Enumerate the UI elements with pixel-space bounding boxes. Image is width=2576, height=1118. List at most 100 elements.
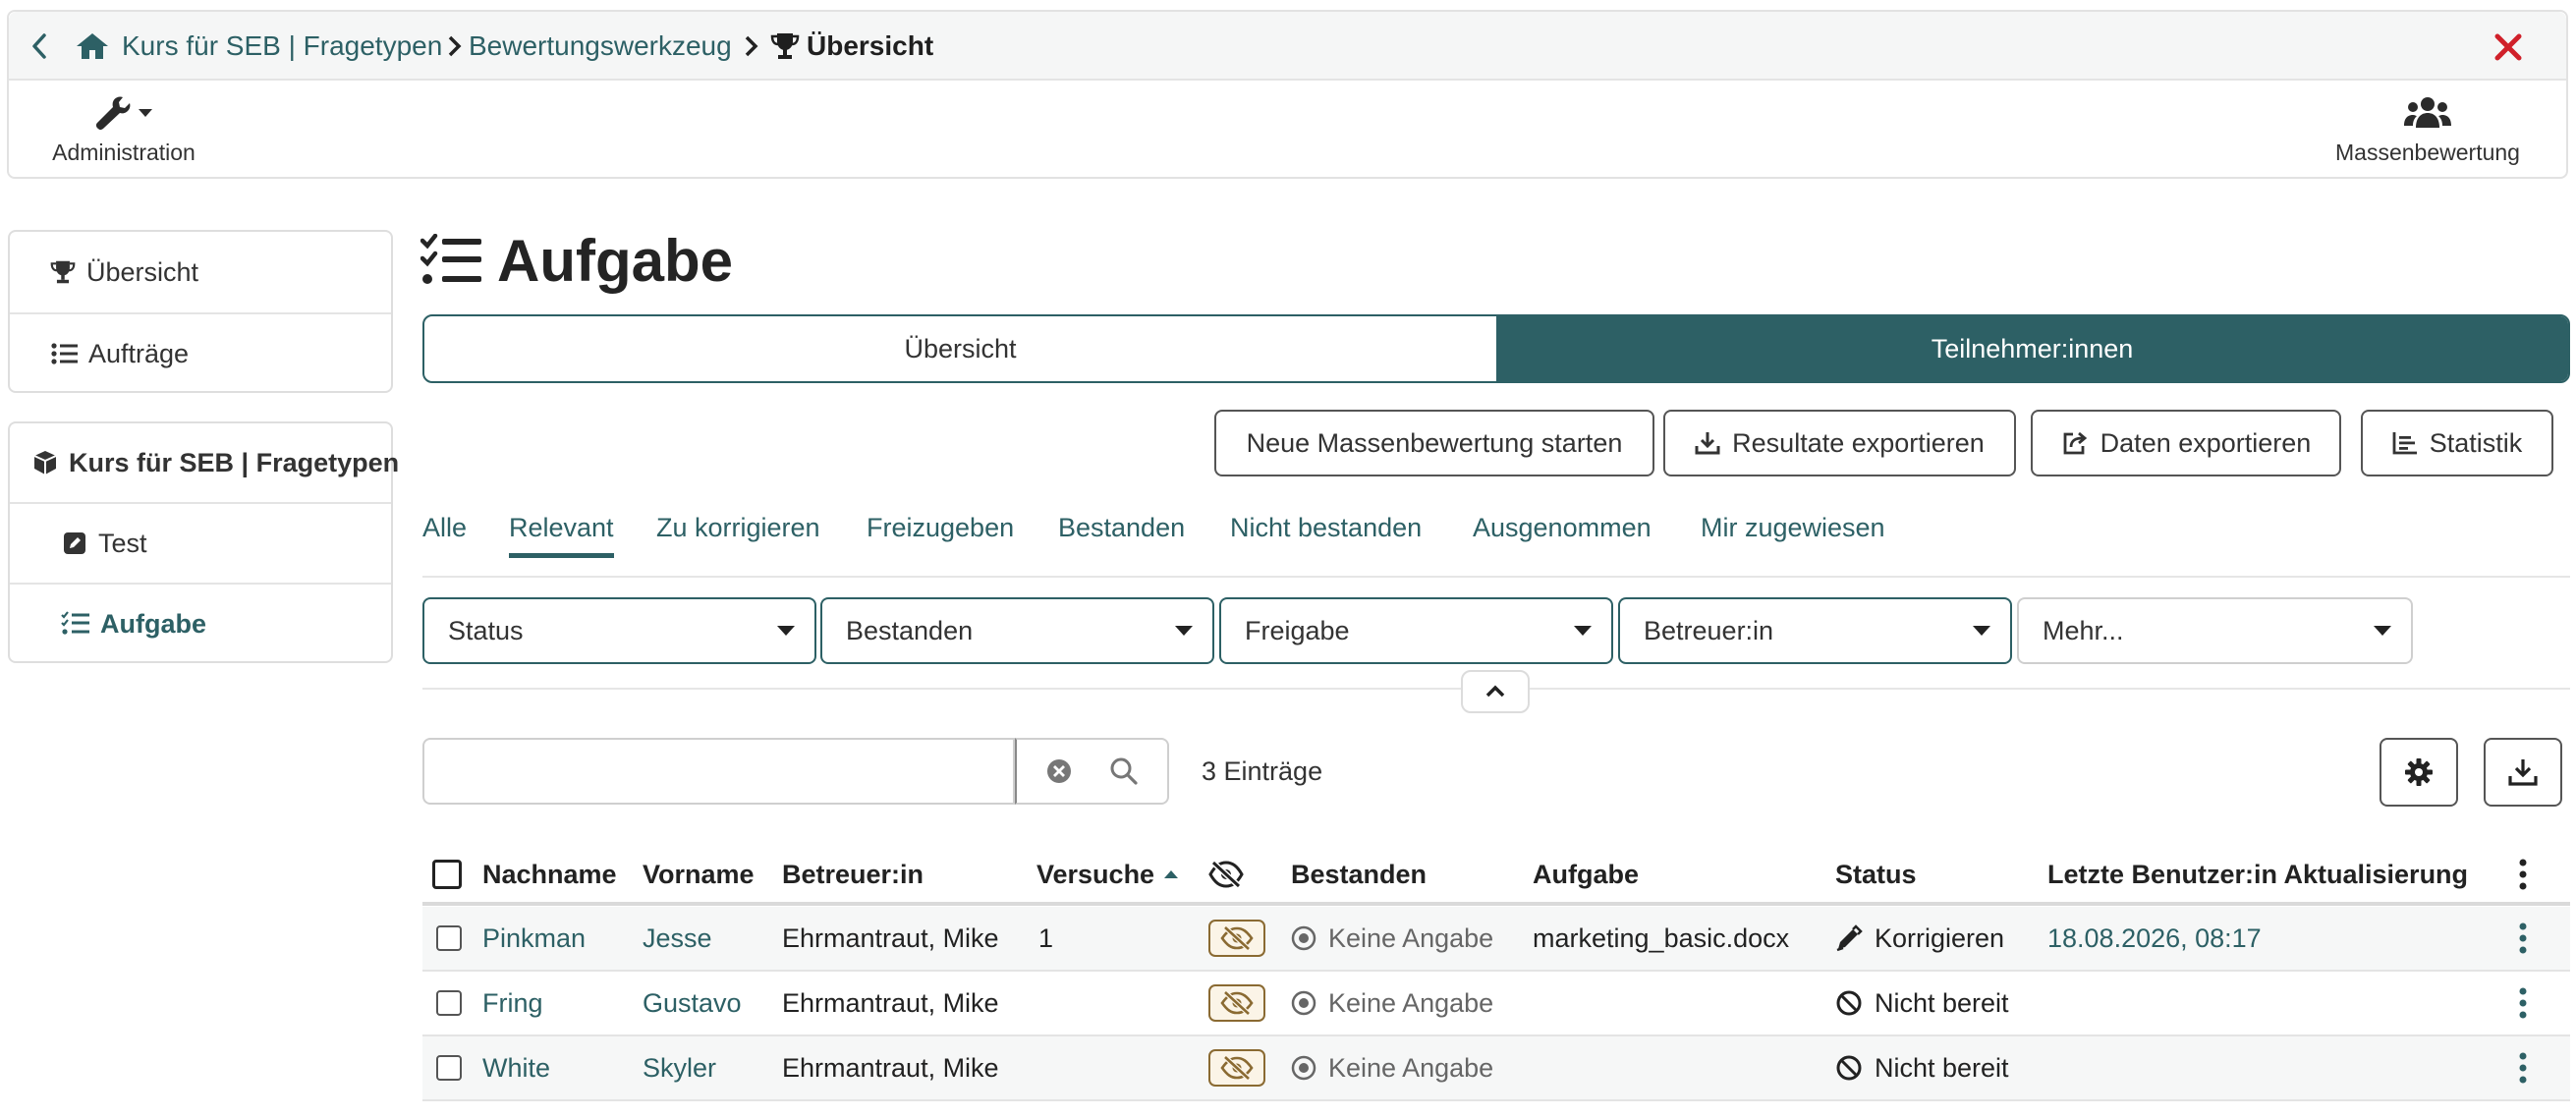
search-input[interactable]: [422, 738, 1015, 805]
clear-search-icon[interactable]: [1045, 757, 1073, 785]
column-header-firstname[interactable]: Vorname: [643, 850, 755, 899]
tab-to-release[interactable]: Freizugeben: [867, 513, 1014, 558]
firstname-link[interactable]: Gustavo: [643, 972, 742, 1034]
column-header-status[interactable]: Status: [1835, 850, 1917, 899]
page-title-text: Aufgabe: [497, 227, 733, 294]
visibility-badge[interactable]: [1208, 907, 1265, 970]
sidebar-course-title[interactable]: Kurs für SEB | Fragetypen: [10, 423, 399, 502]
ban-icon: [1836, 1055, 1862, 1081]
breadcrumb: Kurs für SEB | Fragetypen Bewertungswerk…: [9, 12, 2566, 81]
administration-label: Administration: [52, 140, 196, 165]
release-filter-dropdown[interactable]: Freigabe: [1219, 597, 1613, 664]
coach-filter-dropdown[interactable]: Betreuer:in: [1618, 597, 2012, 664]
tab-to-correct[interactable]: Zu korrigieren: [656, 513, 820, 558]
visibility-badge[interactable]: [1208, 972, 1265, 1034]
last-update-link[interactable]: 18.08.2026, 08:17: [2047, 907, 2262, 970]
sort-ascending-icon: [1164, 870, 1179, 878]
passed-filter-dropdown[interactable]: Bestanden: [820, 597, 1214, 664]
passed-value: Keine Angabe: [1328, 987, 1494, 1018]
lastname-link[interactable]: White: [482, 1036, 550, 1099]
statistics-label: Statistik: [2429, 427, 2523, 458]
assignment-file-cell: marketing_basic.docx: [1533, 922, 1790, 953]
row-checkbox[interactable]: [436, 972, 462, 1034]
row-checkbox[interactable]: [436, 1036, 462, 1099]
tab-failed[interactable]: Nicht bestanden: [1230, 513, 1422, 558]
sidebar-item-test[interactable]: Test: [10, 504, 391, 583]
column-header-attempts[interactable]: Versuche: [1036, 850, 1180, 899]
sidebar-item-label: Test: [98, 528, 147, 558]
sidebar-item-label: Übersicht: [86, 256, 199, 287]
column-header-lastname[interactable]: Nachname: [482, 850, 617, 899]
search-actions: [1015, 738, 1169, 805]
users-icon: [2403, 92, 2452, 134]
firstname-link[interactable]: Skyler: [643, 1036, 716, 1099]
lastname-link[interactable]: Pinkman: [482, 907, 586, 970]
status-value: Nicht bereit: [1875, 1052, 2009, 1083]
search-icon[interactable]: [1109, 756, 1139, 786]
table-header-divider: [422, 902, 2570, 906]
column-header-last-update[interactable]: Letzte Benutzer:in Aktualisierung: [2047, 850, 2468, 899]
status-cell: Korrigieren: [1835, 907, 2004, 970]
column-header-coach[interactable]: Betreuer:in: [782, 850, 924, 899]
sidebar-item-assignment[interactable]: Aufgabe: [10, 585, 391, 663]
tab-excluded[interactable]: Ausgenommen: [1473, 513, 1652, 558]
close-icon[interactable]: [2493, 32, 2523, 62]
gear-icon: [2405, 758, 2433, 786]
back-chevron-icon[interactable]: [28, 32, 52, 60]
home-icon[interactable]: [75, 31, 110, 61]
sidebar-item-label: Aufträge: [88, 338, 190, 368]
sidebar-item-tasks[interactable]: Aufträge: [10, 314, 391, 393]
caret-down-icon: [1973, 626, 1990, 636]
tab-relevant[interactable]: Relevant: [509, 513, 614, 558]
filter-label: Mehr...: [2043, 615, 2124, 645]
radio-dot-icon: [1291, 1055, 1316, 1081]
bar-chart-icon: [2392, 431, 2418, 455]
status-filter-dropdown[interactable]: Status: [422, 597, 816, 664]
export-data-label: Daten exportieren: [2100, 427, 2312, 458]
row-checkbox[interactable]: [436, 907, 462, 970]
segment-overview[interactable]: Übersicht: [424, 316, 1496, 381]
caret-down-icon: [2374, 626, 2391, 636]
table-download-button[interactable]: [2484, 738, 2562, 807]
radio-dot-icon: [1291, 990, 1316, 1016]
firstname-link[interactable]: Jesse: [643, 907, 712, 970]
segment-participants[interactable]: Teilnehmer:innen: [1496, 316, 2568, 381]
eye-slash-icon: [1208, 984, 1265, 1022]
select-all-checkbox[interactable]: [432, 850, 462, 899]
entry-count: 3 Einträge: [1202, 755, 1323, 786]
checklist-icon: [61, 611, 90, 637]
breadcrumb-assessment-tool[interactable]: Bewertungswerkzeug: [469, 12, 732, 81]
passed-value: Keine Angabe: [1328, 1052, 1494, 1083]
column-header-visibility[interactable]: [1208, 850, 1244, 899]
table-settings-button[interactable]: [2380, 738, 2458, 807]
sidebar-course: Kurs für SEB | Fragetypen Test Aufgabe: [8, 421, 399, 663]
sidebar-item-label: Aufgabe: [100, 608, 206, 639]
lastname-link[interactable]: Fring: [482, 972, 543, 1034]
column-header-passed[interactable]: Bestanden: [1291, 850, 1427, 899]
tab-passed[interactable]: Bestanden: [1058, 513, 1185, 558]
breadcrumb-course[interactable]: Kurs für SEB | Fragetypen: [122, 12, 442, 81]
start-mass-assessment-button[interactable]: Neue Massenbewertung starten: [1214, 410, 1654, 476]
eye-slash-icon: [1208, 920, 1265, 957]
row-options-icon[interactable]: [2518, 972, 2528, 1034]
administration-menu-button[interactable]: Administration: [32, 92, 215, 166]
column-header-assignment[interactable]: Aufgabe: [1533, 850, 1639, 899]
mass-assessment-button[interactable]: Massenbewertung: [2318, 92, 2538, 166]
tab-assigned-to-me[interactable]: Mir zugewiesen: [1701, 513, 1885, 558]
export-results-button[interactable]: Resultate exportieren: [1663, 410, 2016, 476]
row-options-icon[interactable]: [2518, 1036, 2528, 1099]
more-filter-dropdown[interactable]: Mehr...: [2017, 597, 2413, 664]
passed-cell: Keine Angabe: [1291, 1036, 1493, 1099]
breadcrumb-current: Übersicht: [807, 30, 934, 61]
breadcrumb-separator-icon: [447, 34, 463, 58]
column-options-icon[interactable]: [2518, 850, 2528, 899]
export-data-button[interactable]: Daten exportieren: [2031, 410, 2341, 476]
visibility-badge[interactable]: [1208, 1036, 1265, 1099]
checklist-icon: [420, 234, 483, 287]
eye-slash-icon: [1208, 1049, 1265, 1087]
sidebar-item-overview[interactable]: Übersicht: [10, 232, 391, 312]
statistics-button[interactable]: Statistik: [2361, 410, 2553, 476]
row-options-icon[interactable]: [2518, 907, 2528, 970]
collapse-filters-button[interactable]: [1461, 670, 1530, 713]
tab-all[interactable]: Alle: [422, 513, 467, 558]
